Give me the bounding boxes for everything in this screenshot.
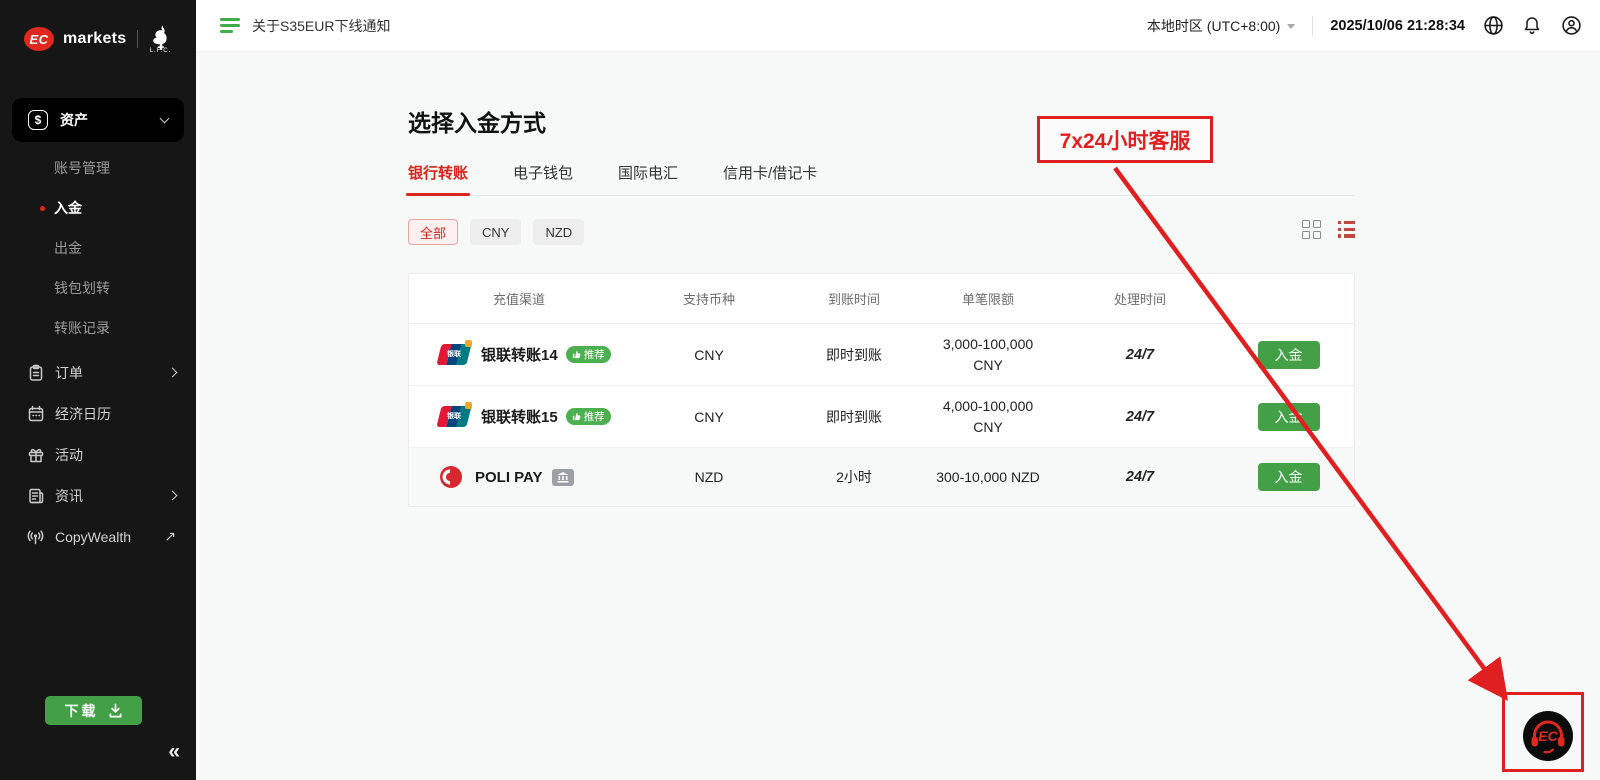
arrival-cell: 2小时 xyxy=(789,467,919,487)
filter-cny[interactable]: CNY xyxy=(470,219,521,245)
list-view-icon[interactable] xyxy=(1338,221,1355,238)
header-currency: 支持币种 xyxy=(629,289,789,308)
table-row: 银联 银联转账14 推荐 CNY 即时到账 3,000-100,000 CNY … xyxy=(409,324,1354,386)
gift-icon xyxy=(26,445,45,464)
deposit-button[interactable]: 入金 xyxy=(1258,341,1320,369)
topbar-divider xyxy=(1312,16,1313,36)
filter-nzd[interactable]: NZD xyxy=(533,219,584,245)
sidebar-item-account-management[interactable]: 账号管理 xyxy=(0,148,196,188)
header-arrival: 到账时间 xyxy=(789,289,919,308)
hours-cell: 24/7 xyxy=(1057,469,1223,485)
sidebar-item-wallet-transfer[interactable]: 钱包划转 xyxy=(0,268,196,308)
collapse-sidebar-icon[interactable]: « xyxy=(168,740,180,764)
table-row: 银联 银联转账15 推荐 CNY 即时到账 4,000-100,000 CNY … xyxy=(409,386,1354,448)
chevron-down-icon xyxy=(160,114,170,124)
recommended-badge: 推荐 xyxy=(566,346,611,363)
active-dot xyxy=(40,206,45,211)
deposit-button[interactable]: 入金 xyxy=(1258,403,1320,431)
user-account-icon[interactable] xyxy=(1560,15,1582,37)
language-globe-icon[interactable] xyxy=(1482,15,1504,37)
bank-badge-icon xyxy=(552,469,574,486)
external-link-icon: ↗ xyxy=(164,528,176,545)
sidebar-item-orders[interactable]: 订单 xyxy=(0,352,196,393)
sidebar-item-assets[interactable]: $ 资产 xyxy=(12,98,184,142)
header-channel: 充值渠道 xyxy=(409,289,629,308)
support-annotation-label: 7x24小时客服 xyxy=(1037,116,1213,163)
download-icon xyxy=(108,703,123,718)
poli-pay-icon xyxy=(439,465,463,489)
brand-markets-label: markets xyxy=(63,30,126,48)
calendar-icon xyxy=(26,404,45,423)
currency-cell: CNY xyxy=(629,347,789,363)
unionpay-icon: 银联 xyxy=(439,344,469,365)
limit-cell: 3,000-100,000 CNY xyxy=(919,334,1057,376)
chat-ec-label: EC xyxy=(1522,728,1574,744)
unionpay-icon: 银联 xyxy=(439,406,469,427)
tab-e-wallet[interactable]: 电子钱包 xyxy=(513,162,573,195)
sidebar-item-promotions[interactable]: 活动 xyxy=(0,434,196,475)
assets-submenu: 账号管理 入金 出金 钱包划转 转账记录 xyxy=(0,148,196,348)
channel-name: POLI PAY xyxy=(475,469,543,486)
table-row: POLI PAY NZD 2小时 300-10,000 NZD 24/7 入金 xyxy=(409,448,1354,506)
tab-credit-debit-card[interactable]: 信用卡/借记卡 xyxy=(723,162,817,195)
currency-cell: NZD xyxy=(629,469,789,485)
timezone-selector[interactable]: 本地时区 (UTC+8:00) xyxy=(1147,16,1295,36)
deposit-channels-table: 充值渠道 支持币种 到账时间 单笔限额 处理时间 银联 银联转账14 推荐 CN… xyxy=(408,273,1355,507)
tab-bank-transfer[interactable]: 银行转账 xyxy=(408,162,468,195)
grid-view-icon[interactable] xyxy=(1302,220,1321,239)
news-icon xyxy=(26,486,45,505)
ec-logo: EC xyxy=(24,27,54,51)
brand-logo[interactable]: EC markets L.F.C. xyxy=(0,0,196,62)
datetime-label: 2025/10/06 21:28:34 xyxy=(1330,18,1465,34)
sidebar-item-transfer-records[interactable]: 转账记录 xyxy=(0,308,196,348)
sidebar-item-withdraw[interactable]: 出金 xyxy=(0,228,196,268)
channel-name: 银联转账15 xyxy=(481,406,558,427)
sidebar: EC markets L.F.C. $ 资产 账号管理 入金 出金 钱包划转 转… xyxy=(0,0,196,780)
recommended-badge: 推荐 xyxy=(566,408,611,425)
hours-cell: 24/7 xyxy=(1057,409,1223,425)
topbar: 关于S35EUR下线通知 本地时区 (UTC+8:00) 2025/10/06 … xyxy=(196,0,1600,52)
clipboard-icon xyxy=(26,363,45,382)
channel-name: 银联转账14 xyxy=(481,344,558,365)
sidebar-assets-label: 资产 xyxy=(60,110,88,130)
lfc-logo: L.F.C. xyxy=(149,24,171,54)
broadcast-icon xyxy=(26,527,45,546)
logo-divider xyxy=(137,30,138,48)
download-button[interactable]: 下载 xyxy=(45,696,142,725)
sidebar-item-news[interactable]: 资讯 xyxy=(0,475,196,516)
deposit-button[interactable]: 入金 xyxy=(1258,463,1320,491)
header-limit: 单笔限额 xyxy=(919,289,1057,308)
main-content: 选择入金方式 银行转账 电子钱包 国际电汇 信用卡/借记卡 全部 CNY NZD… xyxy=(196,52,1600,780)
table-header-row: 充值渠道 支持币种 到账时间 单笔限额 处理时间 xyxy=(409,274,1354,324)
limit-cell: 300-10,000 NZD xyxy=(919,467,1057,488)
notice-menu-icon[interactable] xyxy=(220,18,240,33)
sidebar-item-economic-calendar[interactable]: 经济日历 xyxy=(0,393,196,434)
lfc-caption: L.F.C. xyxy=(150,48,172,54)
caret-down-icon xyxy=(1287,24,1295,29)
dollar-icon: $ xyxy=(28,110,48,130)
hours-cell: 24/7 xyxy=(1057,347,1223,363)
currency-cell: CNY xyxy=(629,409,789,425)
chevron-right-icon xyxy=(168,491,178,501)
arrival-cell: 即时到账 xyxy=(789,345,919,365)
tab-international-wire[interactable]: 国际电汇 xyxy=(618,162,678,195)
thumbs-up-icon xyxy=(572,412,581,421)
arrival-cell: 即时到账 xyxy=(789,407,919,427)
sidebar-menu: 订单 经济日历 活动 资讯 CopyWealth xyxy=(0,352,196,557)
customer-service-chat-button[interactable]: EC xyxy=(1522,710,1574,762)
support-annotation-frame: EC xyxy=(1502,692,1584,772)
sidebar-item-deposit[interactable]: 入金 xyxy=(0,188,196,228)
chevron-right-icon xyxy=(168,368,178,378)
currency-filter-row: 全部 CNY NZD xyxy=(408,219,1355,245)
liverbird-icon xyxy=(149,24,171,50)
deposit-method-tabs: 银行转账 电子钱包 国际电汇 信用卡/借记卡 xyxy=(408,162,1355,196)
header-hours: 处理时间 xyxy=(1057,289,1223,308)
notice-link[interactable]: 关于S35EUR下线通知 xyxy=(252,16,390,36)
thumbs-up-icon xyxy=(572,350,581,359)
filter-all[interactable]: 全部 xyxy=(408,219,458,245)
limit-cell: 4,000-100,000 CNY xyxy=(919,396,1057,438)
notifications-bell-icon[interactable] xyxy=(1521,15,1543,37)
sidebar-item-copywealth[interactable]: CopyWealth ↗ xyxy=(0,516,196,557)
